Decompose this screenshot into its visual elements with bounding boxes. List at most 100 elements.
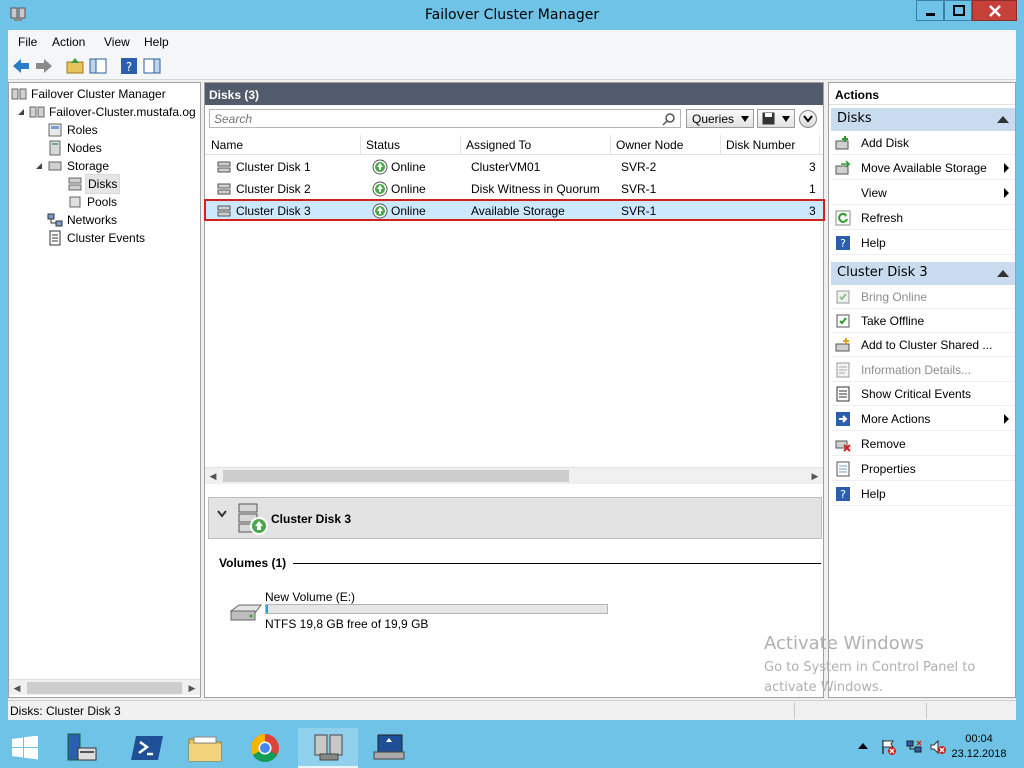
search-icon[interactable] bbox=[662, 112, 676, 126]
clock-date: 23.12.2018 bbox=[951, 748, 1007, 760]
action-help[interactable]: ? Help bbox=[831, 231, 1015, 255]
action-center-flag-icon[interactable] bbox=[880, 739, 896, 755]
action-more-actions[interactable]: More Actions bbox=[831, 407, 1015, 431]
pools-icon bbox=[69, 196, 81, 208]
help-icon[interactable]: ? bbox=[119, 56, 139, 76]
scroll-right-arrow[interactable]: ▶ bbox=[184, 680, 200, 696]
show-hide-tree-icon[interactable] bbox=[88, 56, 108, 76]
tray-overflow-chevron-icon[interactable] bbox=[858, 742, 868, 750]
grid-horizontal-scrollbar[interactable]: ◀ ▶ bbox=[205, 467, 823, 484]
action-label: Add Disk bbox=[861, 136, 910, 150]
tree-expand-icon[interactable] bbox=[17, 108, 25, 116]
network-status-icon[interactable] bbox=[906, 739, 922, 755]
row-owner: SVR-1 bbox=[621, 182, 657, 196]
table-row[interactable]: Cluster Disk 1 Online ClusterVM01 SVR-2 … bbox=[205, 156, 823, 178]
col-assigned-to[interactable]: Assigned To bbox=[466, 138, 531, 152]
collapse-chevron-icon[interactable] bbox=[217, 510, 227, 518]
queries-button[interactable]: Queries bbox=[686, 109, 754, 128]
expand-collapse-button[interactable] bbox=[799, 110, 817, 128]
minimize-icon bbox=[926, 13, 935, 16]
action-label: Move Available Storage bbox=[861, 161, 987, 175]
tree-horizontal-scrollbar[interactable]: ◀ ▶ bbox=[9, 679, 200, 695]
action-show-critical-events[interactable]: Show Critical Events bbox=[831, 382, 1015, 406]
action-information-details[interactable]: Information Details... bbox=[831, 358, 1015, 382]
failover-cluster-manager-taskbar-button[interactable] bbox=[298, 728, 358, 768]
col-name[interactable]: Name bbox=[211, 138, 243, 152]
storage-icon bbox=[48, 161, 62, 171]
minimize-button[interactable] bbox=[916, 0, 944, 21]
maximize-button[interactable] bbox=[944, 0, 972, 21]
action-label: Refresh bbox=[861, 211, 904, 225]
action-bring-online[interactable]: Bring Online bbox=[831, 285, 1015, 309]
scroll-thumb[interactable] bbox=[223, 470, 569, 482]
menu-action[interactable]: Action bbox=[52, 35, 85, 49]
activate-windows-watermark: Activate Windows Go to System in Control… bbox=[764, 633, 975, 698]
volume-muted-icon[interactable] bbox=[930, 739, 946, 755]
col-owner-node[interactable]: Owner Node bbox=[616, 138, 683, 152]
scroll-left-arrow[interactable]: ◀ bbox=[9, 680, 25, 696]
scroll-thumb[interactable] bbox=[27, 682, 182, 694]
action-view[interactable]: View bbox=[831, 181, 1015, 205]
cluster-disk-icon bbox=[217, 183, 231, 195]
action-help-2[interactable]: ? Help bbox=[831, 482, 1015, 506]
cluster-disk-icon bbox=[217, 205, 231, 217]
powershell-taskbar-button[interactable] bbox=[118, 728, 178, 768]
collapse-up-icon[interactable] bbox=[997, 116, 1009, 123]
forward-arrow-icon[interactable] bbox=[34, 56, 54, 76]
tree-events-label: Cluster Events bbox=[67, 231, 146, 245]
submenu-arrow-icon bbox=[1004, 414, 1009, 424]
chrome-taskbar-button[interactable] bbox=[236, 728, 296, 768]
action-add-to-cluster-shared[interactable]: Add to Cluster Shared ... bbox=[831, 333, 1015, 357]
action-add-disk[interactable]: Add Disk bbox=[831, 131, 1015, 155]
tree-expand-icon[interactable] bbox=[35, 162, 43, 170]
scroll-right-arrow[interactable]: ▶ bbox=[807, 468, 823, 484]
menu-file[interactable]: File bbox=[18, 35, 37, 49]
col-disk-number[interactable]: Disk Number bbox=[726, 138, 795, 152]
row-assigned: Disk Witness in Quorum bbox=[471, 182, 600, 196]
show-hide-action-pane-icon[interactable] bbox=[142, 56, 162, 76]
cluster-disk-large-icon bbox=[238, 503, 268, 535]
tree-pools-label: Pools bbox=[87, 195, 118, 209]
action-move-available-storage[interactable]: Move Available Storage bbox=[831, 156, 1015, 180]
take-offline-icon bbox=[836, 314, 850, 328]
back-arrow-icon[interactable] bbox=[11, 56, 31, 76]
collapse-up-icon[interactable] bbox=[997, 270, 1009, 277]
row-disk-number: 1 bbox=[809, 182, 816, 196]
menu-help[interactable]: Help bbox=[144, 35, 169, 49]
save-query-button[interactable] bbox=[757, 109, 795, 128]
table-row-selected[interactable]: Cluster Disk 3 Online Available Storage … bbox=[204, 199, 825, 221]
title-bar[interactable]: Failover Cluster Manager bbox=[0, 0, 1024, 30]
scroll-left-arrow[interactable]: ◀ bbox=[205, 468, 221, 484]
volumes-divider bbox=[293, 563, 821, 564]
file-explorer-taskbar-button[interactable] bbox=[176, 728, 236, 768]
grid-header: Name Status Assigned To Owner Node Disk … bbox=[205, 135, 823, 155]
up-folder-icon[interactable] bbox=[65, 56, 85, 76]
action-properties[interactable]: Properties bbox=[831, 457, 1015, 481]
row-name: Cluster Disk 3 bbox=[236, 204, 311, 218]
help-icon: ? bbox=[836, 236, 850, 250]
action-take-offline[interactable]: Take Offline bbox=[831, 309, 1015, 333]
more-actions-icon bbox=[836, 412, 850, 426]
search-input[interactable] bbox=[210, 110, 650, 127]
detail-header[interactable]: Cluster Disk 3 bbox=[208, 497, 822, 539]
close-button[interactable] bbox=[972, 0, 1017, 21]
tree-storage-label: Storage bbox=[67, 159, 110, 173]
section-title: Disks bbox=[837, 111, 872, 126]
menu-view[interactable]: View bbox=[104, 35, 130, 49]
server-manager-icon bbox=[67, 733, 97, 761]
taskbar-clock[interactable]: 00:04 23.12.2018 bbox=[946, 732, 1012, 762]
svg-text:?: ? bbox=[840, 488, 846, 501]
server-manager-taskbar-button[interactable] bbox=[50, 728, 110, 768]
table-row[interactable]: Cluster Disk 2 Online Disk Witness in Qu… bbox=[205, 178, 823, 200]
remote-desktop-taskbar-button[interactable] bbox=[358, 728, 418, 768]
action-refresh[interactable]: Refresh bbox=[831, 206, 1015, 230]
clock-time: 00:04 bbox=[965, 733, 993, 745]
action-remove[interactable]: Remove bbox=[831, 432, 1015, 456]
cluster-manager-icon bbox=[11, 88, 27, 100]
search-box[interactable] bbox=[209, 109, 681, 128]
actions-section-disks[interactable]: Disks bbox=[831, 108, 1015, 131]
actions-section-cluster-disk[interactable]: Cluster Disk 3 bbox=[831, 262, 1015, 285]
col-status[interactable]: Status bbox=[366, 138, 400, 152]
maximize-icon bbox=[953, 5, 965, 16]
volume-name[interactable]: New Volume (E:) bbox=[265, 590, 355, 604]
